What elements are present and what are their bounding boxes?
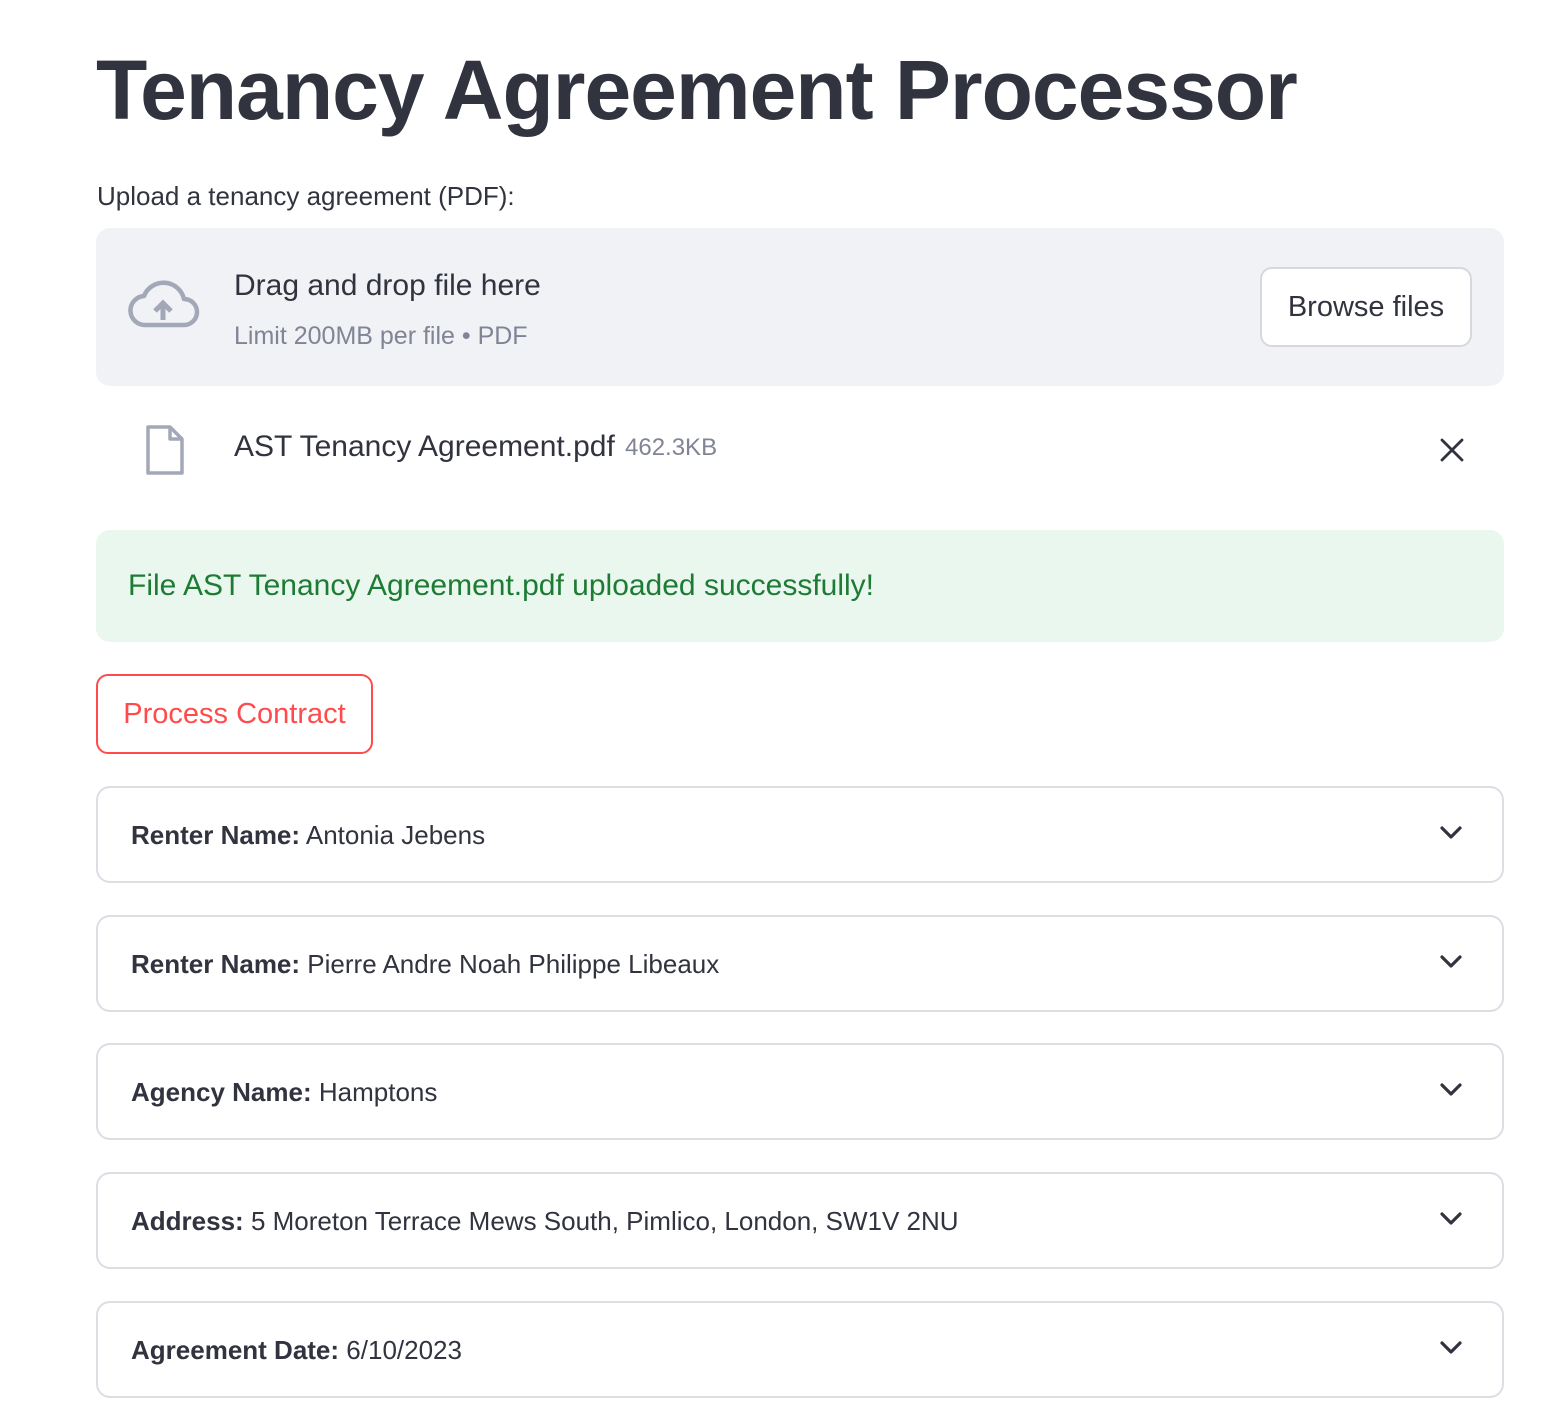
remove-file-button[interactable] (1434, 432, 1470, 468)
field-value: Pierre Andre Noah Philippe Libeaux (307, 949, 720, 979)
expander-renter-name-1[interactable]: Renter Name: Antonia Jebens (96, 786, 1504, 883)
expander-header: Renter Name: Antonia Jebens (131, 818, 485, 852)
process-contract-button[interactable]: Process Contract (96, 674, 373, 754)
expander-agency-name[interactable]: Agency Name: Hamptons (96, 1043, 1504, 1140)
field-label: Renter Name: (131, 949, 301, 979)
browse-files-button[interactable]: Browse files (1260, 267, 1472, 347)
field-value: Hamptons (318, 1077, 438, 1107)
chevron-down-icon (1440, 1212, 1462, 1225)
close-icon (1440, 438, 1464, 462)
expander-address[interactable]: Address: 5 Moreton Terrace Mews South, P… (96, 1172, 1504, 1269)
expander-renter-name-2[interactable]: Renter Name: Pierre Andre Noah Philippe … (96, 915, 1504, 1012)
expander-header: Address: 5 Moreton Terrace Mews South, P… (131, 1204, 959, 1238)
expander-header: Agency Name: Hamptons (131, 1075, 437, 1109)
expander-agreement-date[interactable]: Agreement Date: 6/10/2023 (96, 1301, 1504, 1398)
dropzone-limit-text: Limit 200MB per file • PDF (234, 322, 528, 350)
uploaded-file-row: AST Tenancy Agreement.pdf 462.3KB (96, 410, 1504, 490)
expander-header: Renter Name: Pierre Andre Noah Philippe … (131, 947, 719, 981)
upload-label: Upload a tenancy agreement (PDF): (97, 181, 515, 211)
success-message: File AST Tenancy Agreement.pdf uploaded … (128, 569, 875, 602)
file-dropzone[interactable]: Drag and drop file here Limit 200MB per … (96, 228, 1504, 386)
dropzone-instructions: Drag and drop file here (234, 269, 541, 302)
chevron-down-icon (1440, 826, 1462, 839)
field-label: Address: (131, 1206, 244, 1236)
field-label: Renter Name: (131, 820, 301, 850)
chevron-down-icon (1440, 1341, 1462, 1354)
uploaded-file-size: 462.3KB (625, 434, 718, 461)
cloud-upload-icon (128, 280, 200, 328)
chevron-down-icon (1440, 955, 1462, 968)
uploaded-file-name: AST Tenancy Agreement.pdf (234, 430, 615, 463)
file-icon (146, 425, 184, 475)
field-value: 5 Moreton Terrace Mews South, Pimlico, L… (250, 1206, 959, 1236)
field-value: Antonia Jebens (305, 820, 486, 850)
app-page: Tenancy Agreement Processor Upload a ten… (0, 0, 1560, 1420)
page-title: Tenancy Agreement Processor (96, 43, 1298, 137)
success-alert: File AST Tenancy Agreement.pdf uploaded … (96, 530, 1504, 642)
field-label: Agency Name: (131, 1077, 312, 1107)
expander-header: Agreement Date: 6/10/2023 (131, 1333, 462, 1367)
field-value: 6/10/2023 (346, 1335, 462, 1365)
field-label: Agreement Date: (131, 1335, 340, 1365)
chevron-down-icon (1440, 1083, 1462, 1096)
